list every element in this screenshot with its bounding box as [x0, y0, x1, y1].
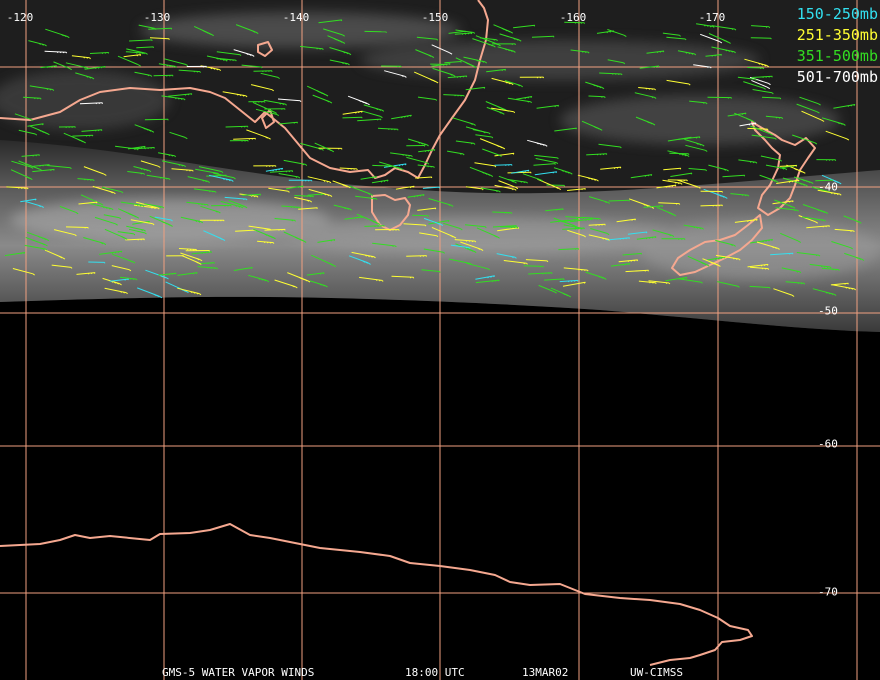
caption-source: UW-CIMSS	[630, 666, 683, 679]
lon-label-150: -150	[421, 11, 449, 24]
lat-label-40: -40	[818, 180, 838, 194]
lon-label-140: -140	[282, 11, 310, 24]
lat-label-70: -70	[818, 585, 838, 599]
caption-time: 18:00 UTC	[405, 666, 465, 679]
legend-item-501-700: 501-700mb	[796, 68, 878, 86]
legend-item-150-250: 150-250mb	[796, 5, 878, 23]
lon-label-130: -130	[143, 11, 171, 24]
lon-label-160: -160	[559, 11, 587, 24]
antarctica-coast	[0, 523, 753, 666]
caption-date: 13MAR02	[522, 666, 569, 679]
legend-item-351-500: 351-500mb	[796, 47, 878, 65]
lat-label-60: -60	[818, 437, 838, 451]
lat-label-50: -50	[818, 304, 838, 318]
pressure-legend: 150-250mb 251-350mb 351-500mb 501-700mb	[797, 4, 878, 88]
image-caption: GMS-5 WATER VAPOR WINDS 18:00 UTC 13MAR0…	[0, 666, 880, 679]
satellite-map: -120 -130 -140 -150 -160 -170 -40 -50 -6…	[0, 0, 880, 680]
map-canvas	[0, 0, 880, 680]
caption-product: GMS-5 WATER VAPOR WINDS	[162, 666, 315, 679]
lon-label-170: -170	[698, 11, 726, 24]
lon-label-120: -120	[6, 11, 34, 24]
legend-item-251-350: 251-350mb	[796, 26, 878, 44]
